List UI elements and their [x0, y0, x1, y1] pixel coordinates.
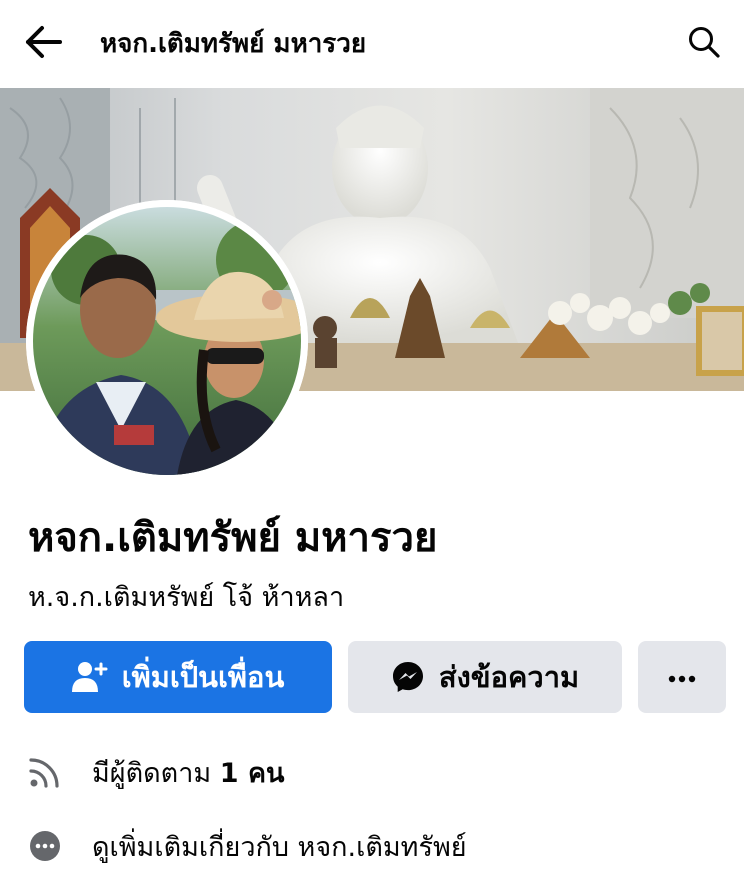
followers-prefix: มีผู้ติดตาม	[92, 757, 212, 789]
message-button[interactable]: ส่งข้อความ	[348, 641, 622, 713]
message-label: ส่งข้อความ	[438, 660, 580, 694]
profile-name: หจก.เติมทรัพย์ มหารวย	[28, 515, 438, 561]
more-dots-icon	[668, 668, 696, 687]
see-more-about-text: ดูเพิ่มเติมเกี่ยวกับ หจก.เติมทรัพย์	[92, 831, 467, 863]
search-icon	[687, 25, 721, 63]
followers-row: มีผู้ติดตาม 1 คน	[28, 742, 285, 802]
add-friend-label: เพิ่มเป็นเพื่อน	[121, 660, 285, 694]
see-more-about-row[interactable]: ดูเพิ่มเติมเกี่ยวกับ หจก.เติมทรัพย์	[28, 816, 467, 876]
profile-alternate-name: ห.จ.ก.เติมหรัพย์ โจ้ ห้าหลา	[28, 582, 345, 613]
more-circle-icon	[28, 829, 62, 863]
followers-text: มีผู้ติดตาม 1 คน	[92, 751, 285, 794]
rss-followers-icon	[28, 755, 62, 789]
top-bar: หจก.เติมทรัพย์ มหารวย	[0, 0, 744, 88]
profile-avatar[interactable]	[26, 200, 308, 482]
add-friend-icon	[71, 660, 108, 694]
messenger-icon	[391, 660, 425, 694]
page-title: หจก.เติมทรัพย์ มหารวย	[100, 29, 367, 59]
followers-count: 1 คน	[219, 757, 285, 789]
add-friend-button[interactable]: เพิ่มเป็นเพื่อน	[24, 641, 332, 713]
back-button[interactable]	[20, 22, 68, 66]
arrow-left-icon	[24, 25, 64, 63]
more-options-button[interactable]	[638, 641, 726, 713]
search-button[interactable]	[680, 22, 728, 66]
profile-page: หจก.เติมทรัพย์ มหารวย หจก.เติมทรัพย์ มหา…	[0, 0, 744, 893]
